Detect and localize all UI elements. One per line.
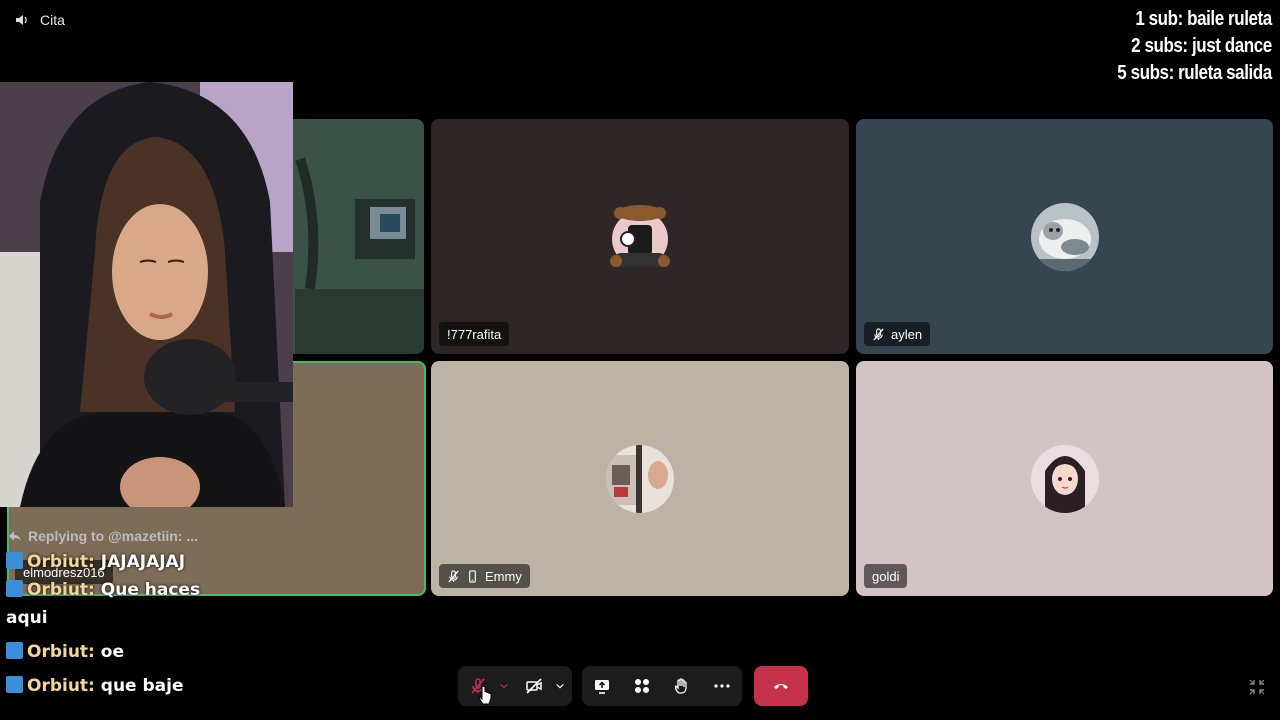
participant-avatar xyxy=(1030,444,1099,513)
emmy-avatar-image xyxy=(606,444,674,513)
share-screen-icon xyxy=(595,680,609,694)
raise-hand-button[interactable] xyxy=(664,668,700,704)
participant-name-tag: Emmy xyxy=(439,564,530,588)
chat-text: oe xyxy=(94,642,124,662)
participant-tile[interactable]: aylen xyxy=(856,119,1273,354)
hammer-badge-icon xyxy=(6,580,23,597)
participant-tile[interactable]: !777rafita xyxy=(431,119,849,354)
chat-message: Orbiut: JAJAJAJAJ xyxy=(6,548,306,576)
more-icon xyxy=(714,684,730,688)
chat-text: que baje xyxy=(94,676,184,696)
hammer-badge-icon xyxy=(6,642,23,659)
chat-username: Orbiut: xyxy=(27,552,95,572)
webcam-feed xyxy=(0,82,293,507)
participant-tile[interactable]: Emmy xyxy=(431,361,849,596)
participant-tile[interactable]: goldi xyxy=(856,361,1273,596)
participant-name-tag: !777rafita xyxy=(439,322,510,346)
mouse-cursor-icon xyxy=(478,686,492,705)
participant-name: goldi xyxy=(872,568,900,584)
participant-name: aylen xyxy=(891,326,923,342)
sub-goals-overlay: 1 sub: baile ruleta 2 subs: just dance 5… xyxy=(1117,6,1272,87)
raise-hand-icon xyxy=(674,678,687,694)
phone-icon xyxy=(469,569,476,583)
sub-goal-line: 1 sub: baile ruleta xyxy=(1135,8,1273,30)
participant-name-tag: aylen xyxy=(864,322,931,346)
more-options-button[interactable] xyxy=(704,668,740,704)
chat-message: Orbiut: que baje xyxy=(6,672,306,700)
participant-avatar xyxy=(606,444,674,513)
mic-options-button[interactable] xyxy=(496,668,512,704)
bear-avatar-image xyxy=(610,204,670,267)
hang-up-icon xyxy=(774,684,788,689)
apps-icon xyxy=(635,679,649,693)
camera-options-button[interactable] xyxy=(552,668,568,704)
chat-username: Orbiut: xyxy=(27,642,95,662)
media-controls xyxy=(458,666,572,706)
window-titlebar: Cita xyxy=(0,0,600,40)
stream-chat-overlay: Replying to @mazetiin: ... Orbiut: JAJAJ… xyxy=(6,524,306,700)
reply-text: Replying to @mazetiin: ... xyxy=(28,528,198,544)
share-screen-button[interactable] xyxy=(584,668,620,704)
window-title: Cita xyxy=(40,12,65,28)
cat-avatar-image xyxy=(1030,202,1099,271)
exit-fullscreen-icon[interactable] xyxy=(1248,678,1266,696)
chevron-down-icon xyxy=(556,683,564,689)
reply-indicator: Replying to @mazetiin: ... xyxy=(8,524,306,548)
meeting-controls xyxy=(582,666,742,706)
chat-username: Orbiut: xyxy=(27,676,95,696)
hammer-badge-icon xyxy=(6,552,23,569)
sub-goal-line: 2 subs: just dance xyxy=(1131,35,1272,57)
participant-name-tag: goldi xyxy=(864,564,908,588)
camera-off-icon xyxy=(526,678,542,694)
sub-goal-line: 5 subs: ruleta salida xyxy=(1117,62,1272,84)
participant-name: !777rafita xyxy=(447,326,502,342)
apps-button[interactable] xyxy=(624,668,660,704)
chat-message: Orbiut: oe xyxy=(6,638,306,666)
hammer-badge-icon xyxy=(6,676,23,693)
streamer-webcam-overlay xyxy=(0,82,293,507)
anime-girl-avatar-image xyxy=(1030,444,1099,513)
participant-avatar xyxy=(1030,202,1099,271)
hang-up-button[interactable] xyxy=(754,666,808,706)
participant-name: Emmy xyxy=(485,568,522,584)
camera-toggle-button[interactable] xyxy=(516,668,552,704)
chat-text: JAJAJAJAJ xyxy=(94,552,186,572)
chevron-down-icon xyxy=(500,683,508,689)
reply-icon xyxy=(9,531,21,541)
participant-avatar xyxy=(606,202,674,271)
chat-username: Orbiut: xyxy=(27,580,95,600)
mic-off-icon xyxy=(448,569,459,582)
chat-message: Orbiut: Que haces aqui xyxy=(6,576,226,632)
speaker-icon xyxy=(16,15,27,25)
mic-off-icon xyxy=(873,327,884,340)
